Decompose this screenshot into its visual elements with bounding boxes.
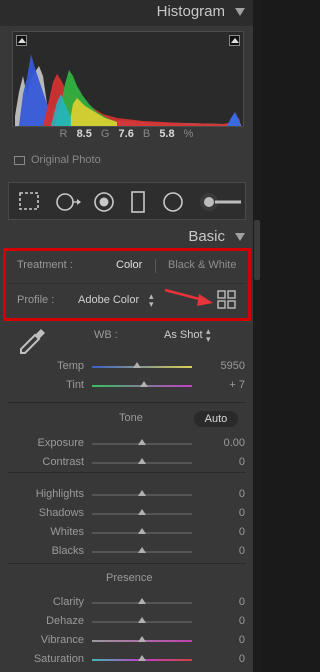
scrollbar[interactable] <box>253 0 261 672</box>
profile-dropdown[interactable]: Adobe Color <box>78 294 139 306</box>
basic-header[interactable]: Basic <box>0 226 253 248</box>
dehaze-slider-thumb[interactable] <box>138 617 146 623</box>
whites-slider-thumb[interactable] <box>138 528 146 534</box>
divider <box>8 402 246 403</box>
contrast-slider-thumb[interactable] <box>138 458 146 464</box>
shadows-value[interactable]: 0 <box>239 507 245 519</box>
percent-label: % <box>183 128 194 140</box>
r-value: 8.5 <box>76 128 92 140</box>
histogram-title: Histogram <box>156 3 225 20</box>
divider <box>8 472 246 473</box>
original-photo-label: Original Photo <box>31 154 101 166</box>
r-label: R <box>59 128 68 140</box>
dehaze-value[interactable]: 0 <box>239 615 245 627</box>
original-photo-checkbox-icon[interactable] <box>14 155 25 165</box>
spot-removal-icon[interactable] <box>55 191 83 213</box>
tint-value[interactable]: + 7 <box>229 379 245 391</box>
shadows-label: Shadows <box>38 507 84 519</box>
blacks-label: Blacks <box>51 545 84 557</box>
tint-label: Tint <box>66 379 84 391</box>
saturation-label: Saturation <box>33 653 84 665</box>
saturation-value[interactable]: 0 <box>239 653 245 665</box>
treatment-bw-option[interactable]: Black & White <box>168 259 236 271</box>
histogram-graph <box>12 31 244 127</box>
b-value: 5.8 <box>159 128 175 140</box>
divider <box>8 563 246 564</box>
temp-value[interactable]: 5950 <box>221 360 245 372</box>
radial-filter-icon[interactable] <box>162 191 184 213</box>
profile-browser-grid-icon[interactable] <box>217 290 237 310</box>
wb-label: WB : <box>94 329 118 341</box>
saturation-slider-thumb[interactable] <box>138 655 146 661</box>
temp-label: Temp <box>57 360 84 372</box>
histogram-panel: Histogram R 8.5 G 7.6 B 5.8 % Original P… <box>0 0 253 178</box>
treatment-divider <box>155 259 156 273</box>
profile-label: Profile : <box>17 294 55 306</box>
histogram-curve <box>15 54 241 126</box>
shadows-slider-thumb[interactable] <box>138 509 146 515</box>
blacks-value[interactable]: 0 <box>239 545 245 557</box>
clarity-slider-thumb[interactable] <box>138 598 146 604</box>
basic-title: Basic <box>188 228 225 245</box>
whites-label: Whites <box>50 526 84 538</box>
pointer-arrow <box>164 288 213 306</box>
g-label: G <box>100 128 110 140</box>
treatment-color-option[interactable]: Color <box>116 259 142 271</box>
original-photo-toggle[interactable]: Original Photo <box>14 154 101 166</box>
b-label: B <box>142 128 151 140</box>
contrast-value[interactable]: 0 <box>239 456 245 468</box>
temp-slider-track[interactable] <box>92 366 192 368</box>
histogram-header[interactable]: Histogram <box>0 0 253 26</box>
blacks-slider-thumb[interactable] <box>138 547 146 553</box>
clarity-value[interactable]: 0 <box>239 596 245 608</box>
g-value: 7.6 <box>118 128 134 140</box>
vibrance-label: Vibrance <box>40 634 84 646</box>
adjustment-brush-icon[interactable] <box>198 191 244 213</box>
wb-dropdown[interactable]: As Shot <box>164 329 203 341</box>
whites-value[interactable]: 0 <box>239 526 245 538</box>
exposure-slider-thumb[interactable] <box>138 439 146 445</box>
collapse-triangle-icon[interactable] <box>235 8 245 16</box>
treatment-label: Treatment : <box>17 259 73 271</box>
tool-strip <box>8 182 246 220</box>
collapse-triangle-icon[interactable] <box>235 233 245 241</box>
rgb-readout: R 8.5 G 7.6 B 5.8 % <box>0 128 253 140</box>
highlights-label: Highlights <box>35 488 84 500</box>
temp-slider-thumb[interactable] <box>133 362 141 368</box>
white-balance-eyedropper-icon[interactable] <box>17 326 47 356</box>
graduated-filter-icon[interactable] <box>130 191 146 213</box>
profile-dropdown-chevron-icon[interactable]: ▴ ▾ <box>149 292 154 309</box>
dehaze-label: Dehaze <box>46 615 84 627</box>
presence-section-label: Presence <box>106 572 153 584</box>
divider <box>8 283 246 284</box>
vibrance-value[interactable]: 0 <box>239 634 245 646</box>
tone-section-label: Tone <box>119 412 143 424</box>
red-eye-icon[interactable] <box>93 191 115 213</box>
scrollbar-thumb[interactable] <box>254 220 260 280</box>
contrast-label: Contrast <box>42 456 84 468</box>
auto-tone-button[interactable]: Auto <box>194 411 238 427</box>
clarity-label: Clarity <box>52 596 84 608</box>
highlights-slider-thumb[interactable] <box>138 490 146 496</box>
exposure-label: Exposure <box>37 437 84 449</box>
vibrance-slider-thumb[interactable] <box>138 636 146 642</box>
tint-slider-thumb[interactable] <box>140 381 148 387</box>
highlights-value[interactable]: 0 <box>239 488 245 500</box>
crop-overlay-icon[interactable] <box>18 191 40 211</box>
exposure-value[interactable]: 0.00 <box>224 437 245 449</box>
wb-dropdown-chevron-icon[interactable]: ▴ ▾ <box>206 327 211 344</box>
